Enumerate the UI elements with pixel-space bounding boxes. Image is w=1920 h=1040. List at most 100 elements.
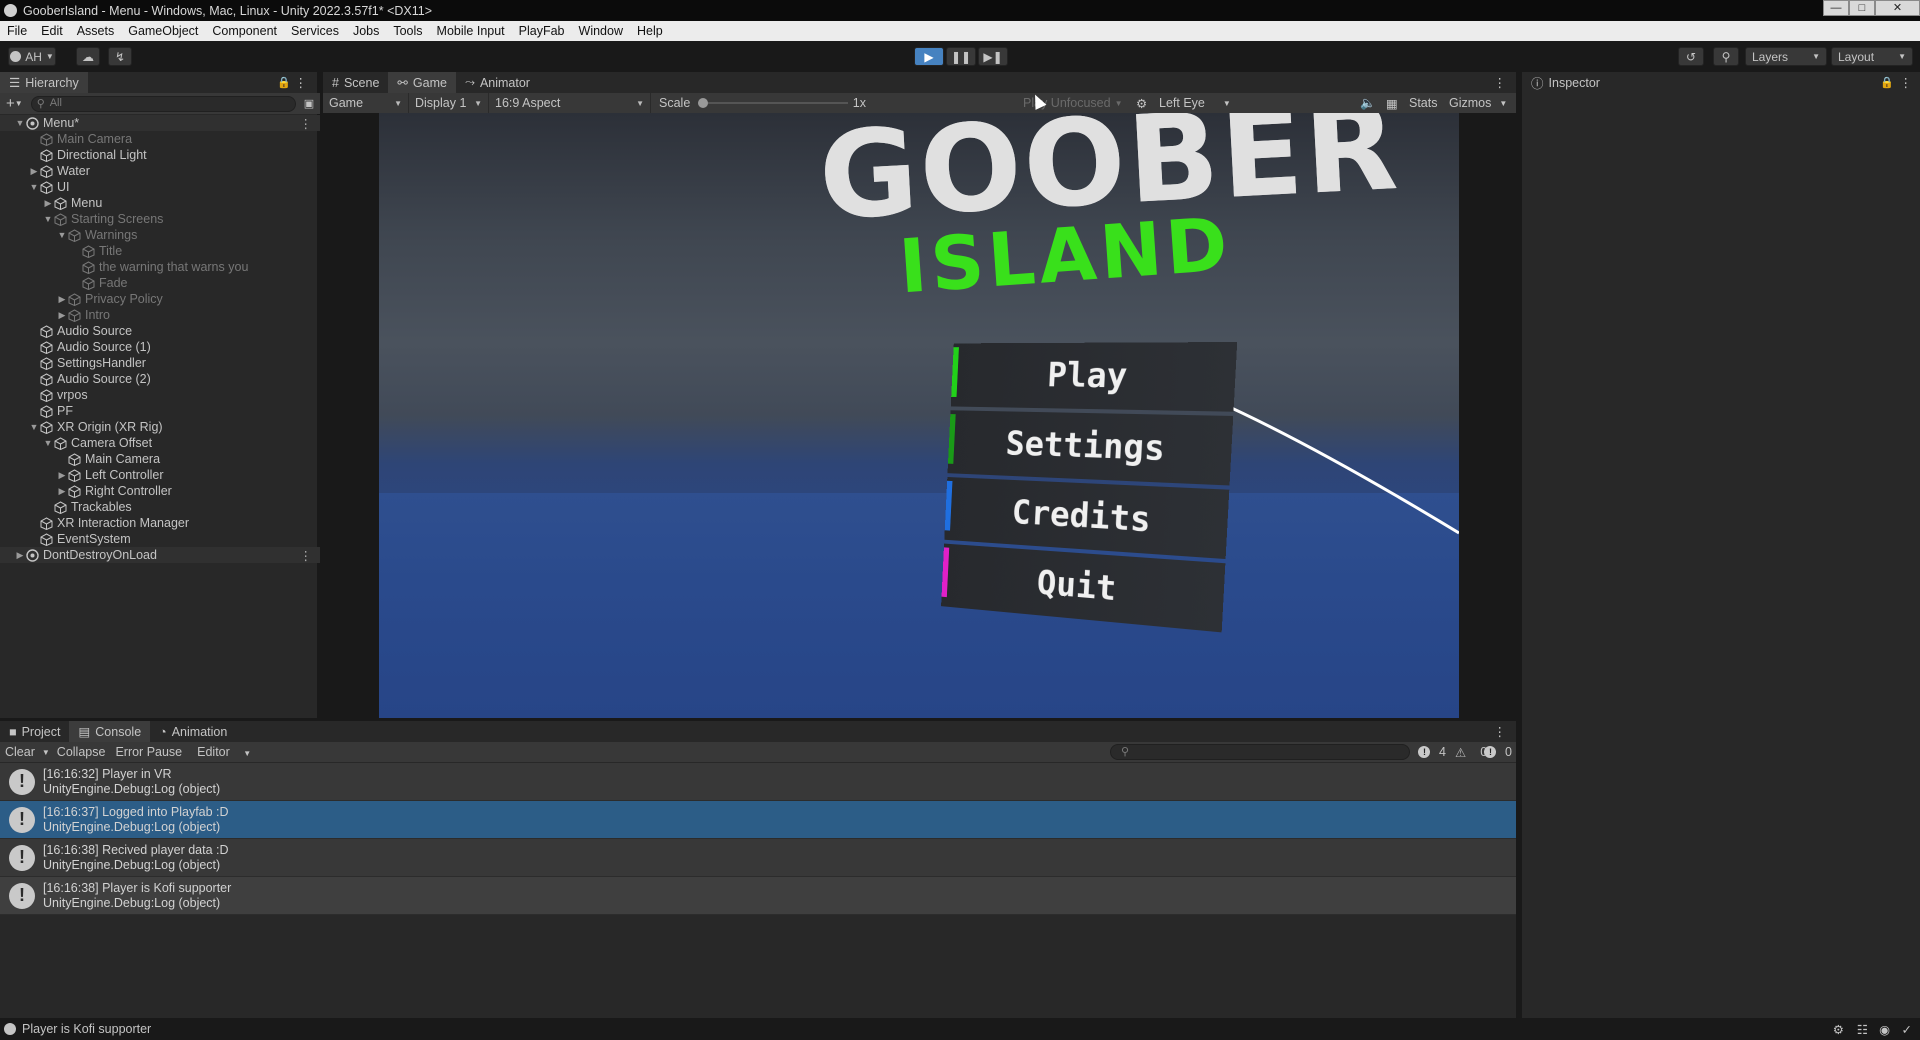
- hierarchy-row[interactable]: ▶ Privacy Policy: [0, 291, 320, 307]
- hierarchy-row[interactable]: ▼ UI: [0, 179, 320, 195]
- aspect-dropdown[interactable]: 16:9 Aspect ▼: [489, 93, 651, 113]
- console-log-entry[interactable]: ! [16:16:32] Player in VR UnityEngine.Debu…: [0, 763, 1516, 801]
- error-pause-button[interactable]: Error Pause: [110, 745, 187, 759]
- error-count-toggle[interactable]: ! 0: [1484, 745, 1517, 759]
- hierarchy-row[interactable]: ▶ Right Controller: [0, 483, 320, 499]
- lock-icon[interactable]: 🔒: [1880, 76, 1894, 89]
- console-log-entry[interactable]: ! [16:16:38] Recived player data :D UnityE…: [0, 839, 1516, 877]
- more-options-icon[interactable]: ⋮: [300, 548, 313, 563]
- chevron-down-icon[interactable]: ▼: [15, 99, 23, 108]
- expand-arrow-icon[interactable]: ▼: [42, 214, 54, 224]
- display-dropdown[interactable]: Display 1 ▼: [409, 93, 489, 113]
- tab-console[interactable]: ▤ Console: [69, 721, 151, 742]
- history-button[interactable]: ↺: [1678, 47, 1704, 66]
- play-button[interactable]: ▶: [914, 47, 944, 66]
- hierarchy-scene-row[interactable]: ▼ Menu* ⋮: [0, 115, 320, 131]
- hierarchy-row[interactable]: vrpos: [0, 387, 320, 403]
- pause-button[interactable]: ❚❚: [946, 47, 976, 66]
- hierarchy-row[interactable]: Audio Source: [0, 323, 320, 339]
- hierarchy-row[interactable]: PF: [0, 403, 320, 419]
- editor-dropdown[interactable]: Editor ▼: [187, 745, 261, 759]
- menu-item-file[interactable]: File: [0, 24, 34, 38]
- game-render[interactable]: GOOBER ISLAND Play Settings Credits Quit: [379, 113, 1459, 718]
- expand-arrow-icon[interactable]: ▼: [42, 438, 54, 448]
- game-settings-button[interactable]: Settings: [947, 410, 1234, 486]
- tab-animation[interactable]: ◔ Animation: [150, 721, 236, 742]
- add-icon[interactable]: +: [6, 95, 15, 112]
- step-button[interactable]: ▶❚: [978, 47, 1008, 66]
- minimize-button[interactable]: —: [1823, 0, 1849, 16]
- hierarchy-row[interactable]: XR Interaction Manager: [0, 515, 320, 531]
- hierarchy-row[interactable]: Directional Light: [0, 147, 320, 163]
- auto-generate-lighting-icon[interactable]: ✓: [1902, 1022, 1912, 1037]
- menu-item-component[interactable]: Component: [205, 24, 284, 38]
- hierarchy-row[interactable]: EventSystem: [0, 531, 320, 547]
- hierarchy-row[interactable]: Trackables: [0, 499, 320, 515]
- cloud-button[interactable]: ☁: [76, 47, 100, 66]
- cache-server-icon[interactable]: ☷: [1857, 1022, 1868, 1037]
- more-options-icon[interactable]: ⋮: [300, 116, 313, 131]
- hierarchy-row[interactable]: ▼ Starting Screens: [0, 211, 320, 227]
- collab-button[interactable]: ↯: [108, 47, 132, 66]
- expand-arrow-icon[interactable]: ▼: [28, 422, 40, 432]
- more-options-icon[interactable]: ⋮: [295, 75, 308, 90]
- collapse-arrow-icon[interactable]: ▶: [28, 166, 40, 177]
- hierarchy-row[interactable]: Main Camera: [0, 131, 320, 147]
- hierarchy-row[interactable]: ▼ Camera Offset: [0, 435, 320, 451]
- game-mode-dropdown[interactable]: Game ▼: [323, 93, 409, 113]
- debug-icon[interactable]: ⚙: [1833, 1022, 1844, 1037]
- eye-dropdown[interactable]: Left Eye ▼: [1159, 96, 1231, 110]
- close-button[interactable]: ✕: [1875, 0, 1920, 16]
- tab-inspector[interactable]: ⓘ Inspector: [1522, 72, 1609, 93]
- game-play-button[interactable]: Play: [950, 342, 1238, 412]
- hierarchy-row[interactable]: ▶ Menu: [0, 195, 320, 211]
- collapse-arrow-icon[interactable]: ▶: [56, 310, 68, 321]
- clear-button[interactable]: Clear: [0, 745, 40, 759]
- layout-dropdown[interactable]: Layout ▼: [1831, 47, 1913, 66]
- hierarchy-row[interactable]: Audio Source (2): [0, 371, 320, 387]
- expand-arrow-icon[interactable]: ▼: [14, 118, 26, 128]
- hierarchy-row[interactable]: ▼ XR Origin (XR Rig): [0, 419, 320, 435]
- hierarchy-row[interactable]: Title: [0, 243, 320, 259]
- menu-item-window[interactable]: Window: [572, 24, 630, 38]
- menu-item-jobs[interactable]: Jobs: [346, 24, 386, 38]
- collapse-button[interactable]: Collapse: [52, 745, 111, 759]
- hierarchy-row[interactable]: ▶ Left Controller: [0, 467, 320, 483]
- status-message[interactable]: Player is Kofi supporter: [22, 1022, 151, 1036]
- collapse-arrow-icon[interactable]: ▶: [56, 470, 68, 481]
- stats-button[interactable]: Stats: [1409, 96, 1438, 110]
- hierarchy-row[interactable]: Main Camera: [0, 451, 320, 467]
- search-button[interactable]: ⚲: [1713, 47, 1739, 66]
- console-log-entry[interactable]: ! [16:16:37] Logged into Playfab :D UnityE…: [0, 801, 1516, 839]
- chevron-down-icon[interactable]: ▼: [40, 748, 52, 757]
- collapse-arrow-icon[interactable]: ▶: [42, 198, 54, 209]
- collapse-arrow-icon[interactable]: ▶: [56, 486, 68, 497]
- hierarchy-row[interactable]: ▶ Intro: [0, 307, 320, 323]
- console-search-input[interactable]: ⚲: [1110, 744, 1410, 760]
- scale-slider[interactable]: [698, 98, 849, 108]
- menu-item-assets[interactable]: Assets: [70, 24, 122, 38]
- hierarchy-row[interactable]: the warning that warns you: [0, 259, 320, 275]
- tab-scene[interactable]: # Scene: [323, 72, 388, 93]
- menu-item-tools[interactable]: Tools: [386, 24, 429, 38]
- hierarchy-scene-row[interactable]: ▶ DontDestroyOnLoad ⋮: [0, 547, 320, 563]
- menu-item-gameobject[interactable]: GameObject: [121, 24, 205, 38]
- network-icon[interactable]: ◉: [1879, 1022, 1890, 1037]
- menu-item-help[interactable]: Help: [630, 24, 670, 38]
- more-options-icon[interactable]: ⋮: [1494, 75, 1507, 90]
- expand-arrow-icon[interactable]: ▼: [28, 182, 40, 192]
- maximize-button[interactable]: □: [1849, 0, 1875, 16]
- console-log-entry[interactable]: ! [16:16:38] Player is Kofi supporter Unit…: [0, 877, 1516, 915]
- collapse-arrow-icon[interactable]: ▶: [14, 550, 26, 561]
- hierarchy-row[interactable]: ▼ Warnings: [0, 227, 320, 243]
- scene-visibility-icon[interactable]: ▣: [304, 97, 314, 110]
- gizmos-dropdown[interactable]: Gizmos ▼: [1449, 96, 1507, 110]
- hierarchy-row[interactable]: Audio Source (1): [0, 339, 320, 355]
- more-options-icon[interactable]: ⋮: [1900, 75, 1913, 90]
- debug-bug-icon[interactable]: ⚙: [1136, 96, 1147, 111]
- hierarchy-row[interactable]: ▶ Water: [0, 163, 320, 179]
- game-viewport[interactable]: GOOBER ISLAND Play Settings Credits Quit: [323, 113, 1516, 718]
- log-count-toggle[interactable]: ! 4: [1418, 745, 1451, 759]
- menu-item-services[interactable]: Services: [284, 24, 346, 38]
- menu-item-edit[interactable]: Edit: [34, 24, 70, 38]
